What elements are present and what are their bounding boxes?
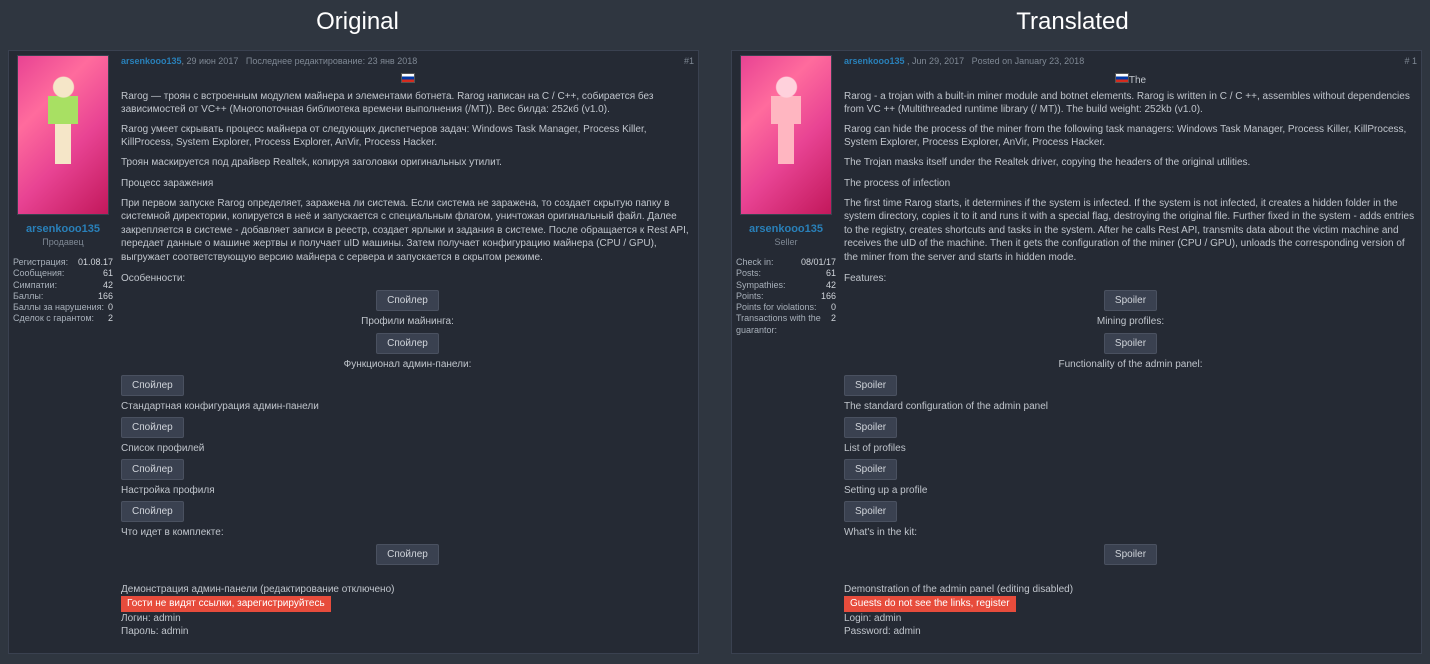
label: Настройка профиля [121, 484, 694, 498]
label: Что идет в комплекте: [121, 526, 694, 540]
post-number[interactable]: #1 [684, 55, 694, 67]
para: Троян маскируется под драйвер Realtek, к… [121, 156, 694, 170]
label: Price: [844, 652, 1417, 654]
post-author[interactable]: arsenkooo135 [844, 56, 905, 66]
stat-value: 0 [108, 302, 113, 313]
panel-translated: arsenkooo135 Seller Check in: 08/01/17 Po… [731, 50, 1422, 654]
post-content: arsenkooo135, 29 июн 2017 Последнее реда… [121, 55, 694, 649]
avatar[interactable] [17, 55, 109, 215]
stat-value: 2 [831, 313, 836, 336]
stat-value: 01.08.17 [78, 257, 113, 268]
spoiler-button[interactable]: Spoiler [1104, 544, 1157, 566]
stat-key: Сделок с гарантом: [13, 313, 94, 324]
stat-value: 61 [103, 268, 113, 279]
label-original: Original [0, 8, 715, 36]
label: Демонстрация админ-панели (редактировани… [121, 583, 694, 597]
flag-suffix: The [1129, 75, 1146, 86]
para: The Trojan masks itself under the Realte… [844, 156, 1417, 170]
post-author[interactable]: arsenkooo135 [121, 56, 182, 66]
stat-value: 61 [826, 268, 836, 279]
post-content: arsenkooo135 , Jun 29, 2017 Posted on Ja… [844, 55, 1417, 649]
username-link[interactable]: arsenkooo135 [736, 223, 836, 235]
spoiler-button[interactable]: Spoiler [844, 375, 897, 397]
spoiler-button[interactable]: Spoiler [844, 501, 897, 523]
post-date: Jun 29, 2017 [912, 56, 964, 66]
heading: Процесс заражения [121, 177, 694, 191]
label: List of profiles [844, 442, 1417, 456]
para: Rarog - a trojan with a built-in miner m… [844, 90, 1417, 117]
sidebar: arsenkooo135 Продавец Регистрация: 01.08.… [13, 55, 113, 649]
stat-key: Transactions with the guarantor: [736, 313, 831, 336]
post-edited: Последнее редактирование: 23 янв 2018 [246, 56, 417, 66]
stat-key: Баллы: [13, 291, 43, 302]
sidebar: arsenkooo135 Seller Check in: 08/01/17 Po… [736, 55, 836, 649]
label: Functionality of the admin panel: [844, 358, 1417, 372]
stat-key: Симпатии: [13, 280, 57, 291]
stat-value: 2 [108, 313, 113, 324]
russian-flag-icon [401, 73, 415, 83]
stat-value: 166 [821, 291, 836, 302]
stat-value: 08/01/17 [801, 257, 836, 268]
label: Стандартная конфигурация админ-панели [121, 400, 694, 414]
para: Rarog — троян с встроенным модулем майне… [121, 90, 694, 117]
label: Список профилей [121, 442, 694, 456]
label: Mining profiles: [844, 315, 1417, 329]
spoiler-button[interactable]: Спойлер [121, 375, 184, 397]
login-line: Login: admin [844, 612, 1417, 626]
label: Профили майнинга: [121, 315, 694, 329]
post-edited: Posted on January 23, 2018 [972, 56, 1085, 66]
spoiler-button[interactable]: Спойлер [121, 459, 184, 481]
label: Цена: [121, 652, 694, 654]
avatar[interactable] [740, 55, 832, 215]
post-number[interactable]: # 1 [1404, 55, 1417, 67]
stat-value: 166 [98, 291, 113, 302]
user-stats: Регистрация: 01.08.17 Сообщения: 61 Симпат… [13, 257, 113, 325]
post-date: 29 июн 2017 [187, 56, 239, 66]
stat-key: Сообщения: [13, 268, 64, 279]
para: Rarog умеет скрывать процесс майнера от … [121, 123, 694, 150]
spoiler-button[interactable]: Spoiler [844, 459, 897, 481]
stat-value: 42 [826, 280, 836, 291]
label: Features: [844, 272, 1417, 286]
para: При первом запуске Rarog определяет, зар… [121, 197, 694, 265]
label: The standard configuration of the admin … [844, 400, 1417, 414]
user-role: Seller [736, 237, 836, 247]
register-badge[interactable]: Гости не видят ссылки, зарегистрируйтесь [121, 596, 331, 612]
spoiler-button[interactable]: Spoiler [1104, 333, 1157, 355]
panel-original: arsenkooo135 Продавец Регистрация: 01.08.… [8, 50, 699, 654]
para: Rarog can hide the process of the miner … [844, 123, 1417, 150]
stat-key: Check in: [736, 257, 774, 268]
stat-key: Posts: [736, 268, 761, 279]
label: Особенности: [121, 272, 694, 286]
stat-value: 42 [103, 280, 113, 291]
spoiler-button[interactable]: Спойлер [121, 501, 184, 523]
password-line: Password: admin [844, 625, 1417, 639]
stat-key: Регистрация: [13, 257, 68, 268]
spoiler-button[interactable]: Спойлер [376, 290, 439, 312]
user-stats: Check in: 08/01/17 Posts: 61 Sympathies: 42… [736, 257, 836, 336]
login-line: Логин: admin [121, 612, 694, 626]
spoiler-button[interactable]: Спойлер [376, 333, 439, 355]
label: Setting up a profile [844, 484, 1417, 498]
stat-key: Sympathies: [736, 280, 786, 291]
stat-key: Points: [736, 291, 764, 302]
spoiler-button[interactable]: Спойлер [121, 417, 184, 439]
label: Функционал админ-панели: [121, 358, 694, 372]
username-link[interactable]: arsenkooo135 [13, 223, 113, 235]
label: Demonstration of the admin panel (editin… [844, 583, 1417, 597]
para: The first time Rarog starts, it determin… [844, 197, 1417, 265]
password-line: Пароль: admin [121, 625, 694, 639]
label: What's in the kit: [844, 526, 1417, 540]
spoiler-button[interactable]: Спойлер [376, 544, 439, 566]
spoiler-button[interactable]: Spoiler [844, 417, 897, 439]
heading: The process of infection [844, 177, 1417, 191]
stat-value: 0 [831, 302, 836, 313]
user-role: Продавец [13, 237, 113, 247]
spoiler-button[interactable]: Spoiler [1104, 290, 1157, 312]
label-translated: Translated [715, 8, 1430, 36]
russian-flag-icon [1115, 73, 1129, 83]
stat-key: Баллы за нарушения: [13, 302, 104, 313]
register-badge[interactable]: Guests do not see the links, register [844, 596, 1016, 612]
stat-key: Points for violations: [736, 302, 817, 313]
